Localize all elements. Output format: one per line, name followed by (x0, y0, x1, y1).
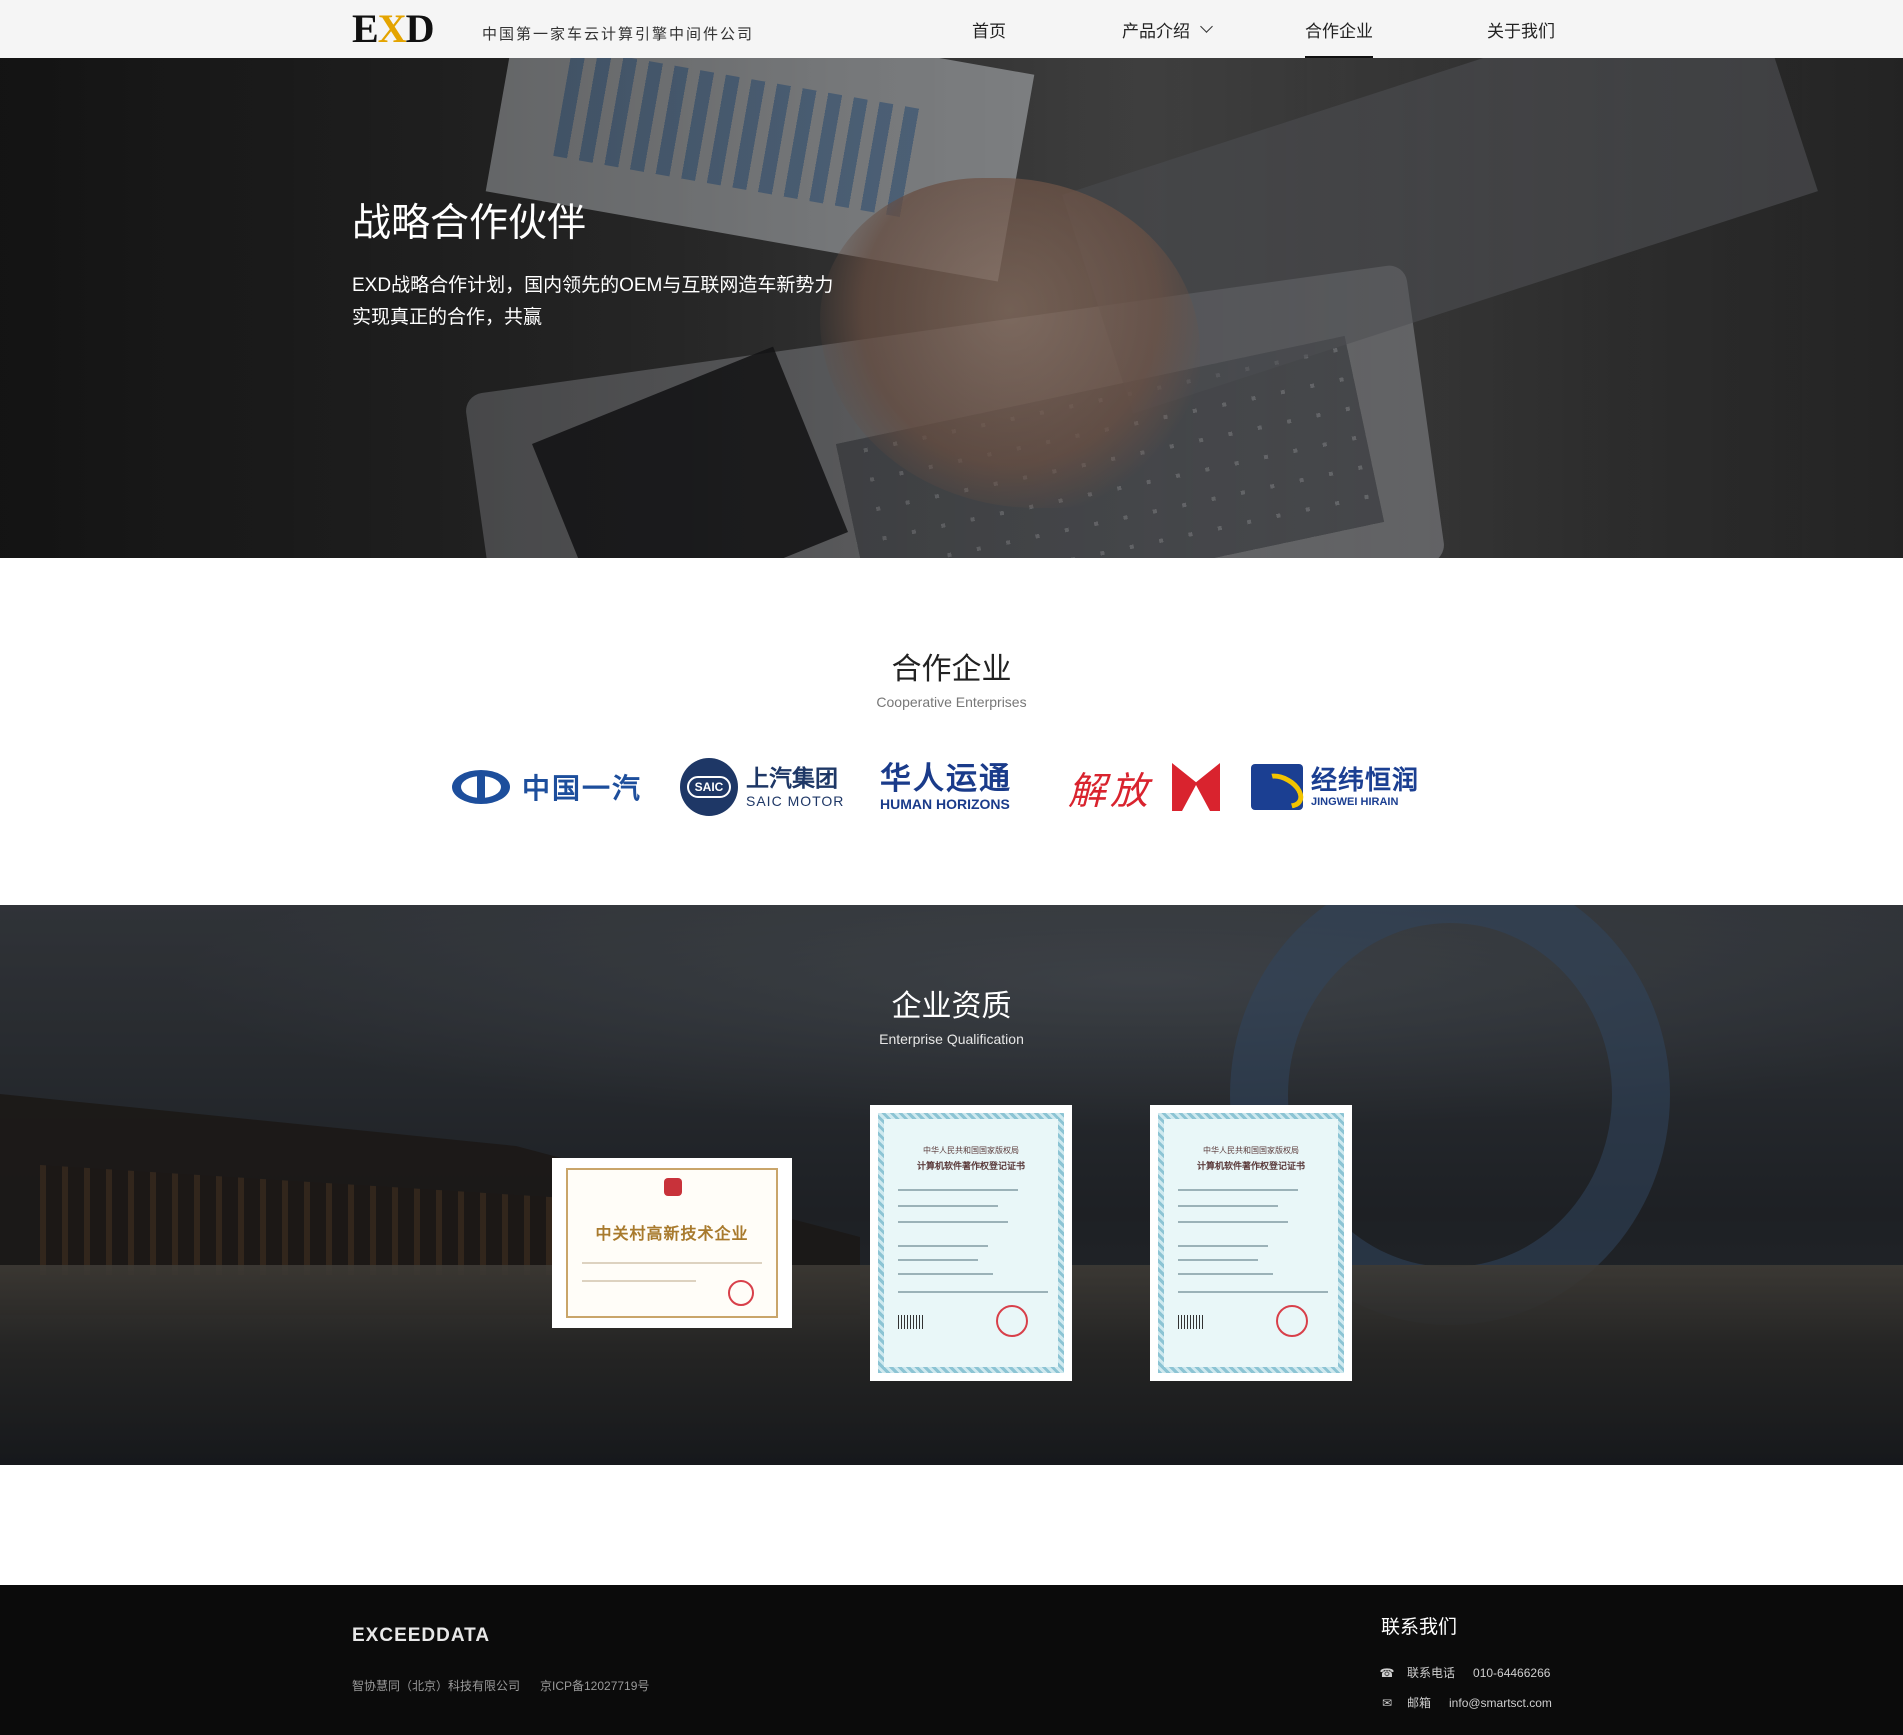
cert-zgc-hightech[interactable]: 中关村高新技术企业 (552, 1158, 792, 1328)
hero-banner: 战略合作伙伴 EXD战略合作计划，国内领先的OEM与互联网造车新势力 实现真正的… (0, 58, 1903, 558)
cert-sw-line (1178, 1245, 1268, 1247)
partner-logo-jingwei[interactable]: 经纬恒润 JINGWEI HIRAIN (1251, 752, 1419, 822)
logo-letter-e: E (352, 6, 379, 51)
footer-phone-label: 联系电话 (1407, 1666, 1456, 1680)
partner-jiefang-name: 解放 (1068, 768, 1153, 813)
cert-sw-line (898, 1221, 1008, 1223)
hero-description: EXD战略合作计划，国内领先的OEM与互联网造车新势力 实现真正的合作，共赢 (352, 270, 912, 334)
partner-faw-name: 中国一汽 (522, 773, 643, 804)
footer-icp-link[interactable]: 京ICP备12027719号 (540, 1677, 649, 1694)
cert-zgc-title: 中关村高新技术企业 (595, 1226, 749, 1243)
faw-emblem-icon (452, 770, 510, 804)
footer-email-label: 邮箱 (1407, 1696, 1432, 1710)
hero-desc-line-1: EXD战略合作计划，国内领先的OEM与互联网造车新势力 (352, 275, 834, 296)
nav-home-label: 首页 (972, 21, 1006, 41)
jiefang-emblem-icon (1172, 763, 1220, 811)
cert-sw-line (1178, 1205, 1278, 1207)
partner-hh-name-en: HUMAN HORIZONS (880, 796, 1010, 812)
cert-sw-head-2: 计算机软件著作权登记证书 (1196, 1162, 1305, 1172)
cert-sw-frame: 中华人民共和国国家版权局 计算机软件著作权登记证书 (1158, 1113, 1344, 1373)
qualification-title: 企业资质 (891, 990, 1012, 1023)
cert-sw-line (1178, 1221, 1288, 1223)
jingwei-wordmark: 经纬恒润 JINGWEI HIRAIN (1311, 767, 1419, 808)
chevron-down-icon (1200, 19, 1213, 33)
cert-sw-line (1178, 1189, 1298, 1191)
cert-sw-line (1178, 1273, 1273, 1275)
nav-about-label: 关于我们 (1487, 21, 1555, 41)
header-tagline: 中国第一家车云计算引擎中间件公司 (482, 27, 755, 43)
cert-sw-line (898, 1259, 978, 1261)
human-horizons-wordmark: 华人运通 HUMAN HORIZONS (880, 763, 1012, 811)
barcode-icon (1178, 1315, 1204, 1329)
cert-sw-line (898, 1245, 988, 1247)
nav-products-label: 产品介绍 (1122, 21, 1190, 41)
top-header: EXD 中国第一家车云计算引擎中间件公司 首页 产品介绍 合作企业 关于我们 (0, 0, 1903, 58)
red-stamp-icon (996, 1305, 1028, 1337)
nav-products[interactable]: 产品介绍 (1122, 0, 1213, 58)
red-stamp-icon (728, 1280, 754, 1306)
hero-desc-line-2: 实现真正的合作，共赢 (352, 307, 543, 328)
hero-title: 战略合作伙伴 (352, 202, 587, 245)
saic-emblem-icon: SAIC (680, 758, 738, 816)
partner-logo-jiefang[interactable]: 解放 (1068, 752, 1220, 822)
barcode-icon (898, 1315, 924, 1329)
exd-logo[interactable]: EXD (352, 6, 435, 51)
nav-partners-label: 合作企业 (1305, 21, 1373, 41)
cert-sw-line (1178, 1259, 1258, 1261)
cert-sw-line (898, 1205, 998, 1207)
partner-saic-name: 上汽集团 (746, 764, 838, 791)
logo-letter-x: X (377, 6, 407, 51)
partner-jingwei-name-en: JINGWEI HIRAIN (1311, 795, 1399, 808)
footer-email-value[interactable]: info@smartsct.com (1449, 1696, 1552, 1710)
footer-contact-title: 联系我们 (1381, 1617, 1458, 1638)
cert-sw-line (898, 1273, 993, 1275)
cert-zgc-line (582, 1280, 696, 1282)
hero-overlay (0, 58, 1903, 558)
site-footer: EXCEEDDATA 智协慧同（北京）科技有限公司 京ICP备12027719号… (0, 1585, 1903, 1735)
partner-hh-name: 华人运通 (880, 761, 1012, 796)
phone-icon: ☎ (1379, 1665, 1395, 1680)
saic-badge-text: SAIC (687, 776, 731, 798)
qualification-subtitle: Enterprise Qualification (879, 1031, 1024, 1047)
partner-jingwei-name: 经纬恒润 (1311, 764, 1420, 795)
partners-subtitle: Cooperative Enterprises (876, 694, 1027, 710)
cert-sw-head-1: 中华人民共和国国家版权局 (1203, 1146, 1299, 1155)
cert-sw-head-1: 中华人民共和国国家版权局 (923, 1146, 1019, 1155)
nav-home[interactable]: 首页 (972, 0, 1006, 58)
cert-sw-line (1178, 1291, 1328, 1293)
saic-wordmark: 上汽集团 SAIC MOTOR (746, 764, 845, 809)
cert-sw-frame: 中华人民共和国国家版权局 计算机软件著作权登记证书 (878, 1113, 1064, 1373)
logo-letter-d: D (405, 6, 435, 51)
nav-about[interactable]: 关于我们 (1487, 0, 1555, 58)
footer-email-row: ✉ 邮箱 info@smartsct.com (1381, 1694, 1552, 1711)
red-stamp-icon (1276, 1305, 1308, 1337)
footer-logo[interactable]: EXCEEDDATA (352, 1625, 490, 1647)
mail-icon: ✉ (1381, 1695, 1393, 1710)
partner-saic-name-en: SAIC MOTOR (746, 792, 845, 809)
cert-sw-line (898, 1189, 1018, 1191)
cert-software-copyright-2[interactable]: 中华人民共和国国家版权局 计算机软件著作权登记证书 (1150, 1105, 1352, 1381)
footer-phone-row: ☎ 联系电话 010-64466266 (1379, 1664, 1551, 1681)
nav-partners[interactable]: 合作企业 (1305, 0, 1373, 58)
cert-software-copyright-1[interactable]: 中华人民共和国国家版权局 计算机软件著作权登记证书 (870, 1105, 1072, 1381)
partner-logo-saic[interactable]: SAIC 上汽集团 SAIC MOTOR (680, 752, 844, 822)
cert-sw-line (898, 1291, 1048, 1293)
footer-phone-value[interactable]: 010-64466266 (1473, 1666, 1550, 1680)
jingwei-emblem-icon (1251, 764, 1303, 810)
cert-zgc-frame: 中关村高新技术企业 (566, 1168, 778, 1318)
cert-sw-head-2: 计算机软件著作权登记证书 (916, 1162, 1025, 1172)
partner-logo-faw[interactable]: 中国一汽 (452, 752, 642, 822)
partner-logo-human-horizons[interactable]: 华人运通 HUMAN HORIZONS (880, 752, 1012, 822)
footer-company: 智协慧同（北京）科技有限公司 (352, 1679, 521, 1693)
qualification-section: 企业资质 Enterprise Qualification 中关村高新技术企业 … (0, 905, 1903, 1465)
partners-title: 合作企业 (891, 653, 1012, 686)
cert-zgc-line (582, 1262, 762, 1264)
zgc-seal-icon (664, 1178, 682, 1196)
